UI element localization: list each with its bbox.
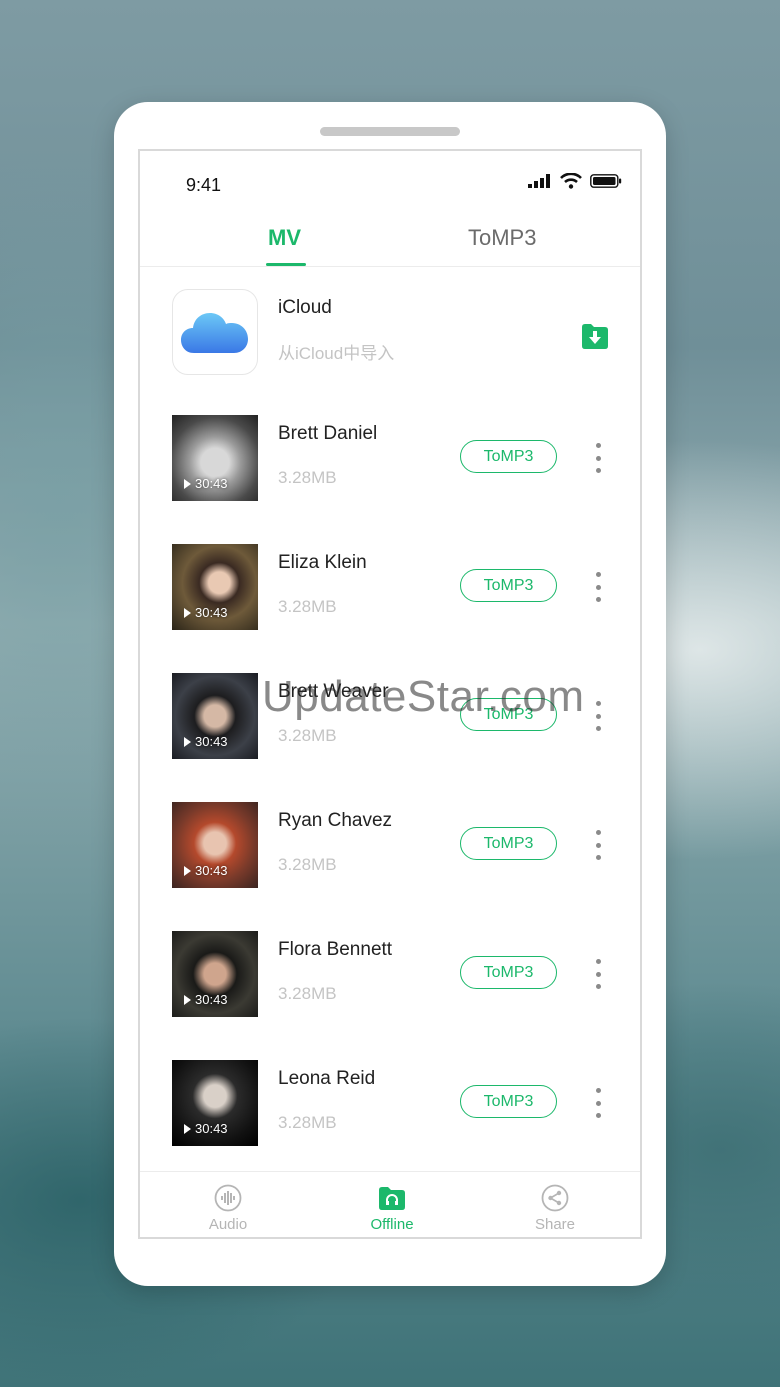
item-title: Ryan Chavez [278,810,393,831]
video-thumbnail[interactable]: 30:43 [172,1060,258,1146]
play-icon [184,994,191,1005]
active-tab-indicator [266,263,306,266]
play-icon [184,1123,191,1134]
duration-text: 30:43 [195,863,228,878]
more-options-icon[interactable] [588,959,608,989]
tomp3-button[interactable]: ToMP3 [460,956,557,989]
list-item[interactable]: 30:43 Leona Reid 3.28MB ToMP3 [140,1060,640,1160]
item-size: 3.28MB [278,468,337,487]
tab-tomp3[interactable]: ToMP3 [468,225,536,251]
item-size: 3.28MB [278,597,337,616]
bottom-navigation: Audio Offline Share [140,1171,640,1237]
list-item[interactable]: 30:43 Brett Weaver 3.28MB ToMP3 [140,673,640,773]
more-options-icon[interactable] [588,1088,608,1118]
app-screen: 9:41 MV ToMP3 iCloud 从iCloud中导入 30:43 Br… [138,149,642,1239]
duration-badge: 30:43 [184,734,228,749]
more-options-icon[interactable] [588,830,608,860]
play-icon [184,736,191,747]
play-icon [184,478,191,489]
item-title: Brett Daniel [278,423,378,444]
more-options-icon[interactable] [588,572,608,602]
duration-badge: 30:43 [184,1121,228,1136]
folder-headphones-icon [379,1187,405,1210]
tab-mv[interactable]: MV [268,225,301,251]
duration-badge: 30:43 [184,605,228,620]
list-item[interactable]: 30:43 Brett Daniel 3.28MB ToMP3 [140,415,640,515]
icloud-subtitle: 从iCloud中导入 [278,344,395,363]
wifi-icon [560,173,582,189]
item-size: 3.28MB [278,984,337,1003]
list-item[interactable]: 30:43 Eliza Klein 3.28MB ToMP3 [140,544,640,644]
audio-wave-icon [214,1184,242,1212]
duration-text: 30:43 [195,476,228,491]
item-size: 3.28MB [278,726,337,745]
status-bar: 9:41 [140,151,640,211]
share-icon [541,1184,569,1212]
item-size: 3.28MB [278,855,337,874]
icloud-title: iCloud [278,297,332,318]
more-options-icon[interactable] [588,701,608,731]
status-time: 9:41 [186,175,222,195]
video-thumbnail[interactable]: 30:43 [172,673,258,759]
nav-label: Audio [208,1216,248,1233]
status-icons [528,173,622,189]
tomp3-button[interactable]: ToMP3 [460,1085,557,1118]
nav-label: Offline [370,1216,414,1233]
duration-badge: 30:43 [184,992,228,1007]
icloud-icon [172,289,258,375]
item-title: Eliza Klein [278,552,367,573]
tomp3-button[interactable]: ToMP3 [460,569,557,602]
video-thumbnail[interactable]: 30:43 [172,802,258,888]
video-thumbnail[interactable]: 30:43 [172,931,258,1017]
item-title: Leona Reid [278,1068,376,1089]
signal-icon [528,174,550,188]
duration-badge: 30:43 [184,863,228,878]
more-options-icon[interactable] [588,443,608,473]
tomp3-button[interactable]: ToMP3 [460,698,557,731]
tomp3-button[interactable]: ToMP3 [460,440,557,473]
duration-text: 30:43 [195,1121,228,1136]
battery-icon [590,174,622,188]
nav-audio[interactable]: Audio [178,1184,278,1233]
tomp3-button[interactable]: ToMP3 [460,827,557,860]
item-size: 3.28MB [278,1113,337,1132]
list-item[interactable]: 30:43 Ryan Chavez 3.28MB ToMP3 [140,802,640,902]
list-item[interactable]: 30:43 Flora Bennett 3.28MB ToMP3 [140,931,640,1031]
tab-bar: MV ToMP3 [140,211,640,267]
video-thumbnail[interactable]: 30:43 [172,544,258,630]
duration-text: 30:43 [195,992,228,1007]
folder-download-icon[interactable] [580,321,610,351]
nav-label: Share [534,1216,576,1233]
nav-share[interactable]: Share [505,1184,605,1233]
icloud-import-row[interactable]: iCloud 从iCloud中导入 [140,287,640,377]
play-icon [184,607,191,618]
duration-badge: 30:43 [184,476,228,491]
duration-text: 30:43 [195,734,228,749]
item-title: Flora Bennett [278,939,393,960]
phone-speaker [320,127,460,136]
phone-frame: 9:41 MV ToMP3 iCloud 从iCloud中导入 30:43 Br… [114,102,666,1286]
video-thumbnail[interactable]: 30:43 [172,415,258,501]
play-icon [184,865,191,876]
nav-offline[interactable]: Offline [342,1184,442,1233]
duration-text: 30:43 [195,605,228,620]
item-title: Brett Weaver [278,681,389,702]
